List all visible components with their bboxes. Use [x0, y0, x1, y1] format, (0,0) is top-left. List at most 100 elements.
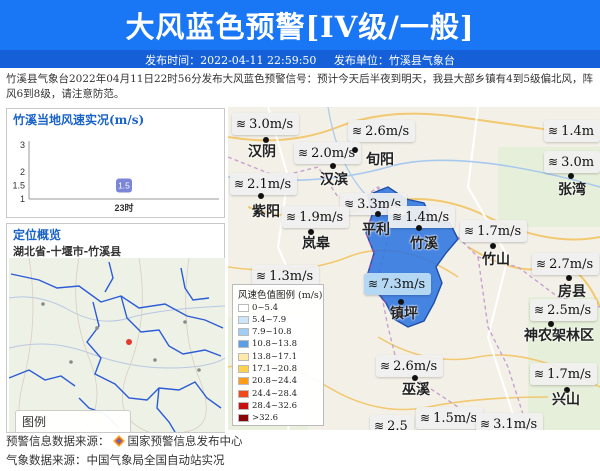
wind-label[interactable]: ≋ 2.0m/s: [294, 142, 362, 164]
publish-unit: 发布单位：竹溪县气象台: [333, 54, 455, 67]
wind-legend-item: 20.8~24.4: [238, 376, 297, 387]
wind-label[interactable]: ≋ 2.7m/s: [532, 253, 600, 275]
wind-legend-label: 7.9~10.8: [252, 327, 292, 338]
overview-map-legend: 图例 国界 省界: [15, 410, 131, 432]
wind-legend-label: 24.4~28.4: [252, 388, 297, 399]
location-panel-title: 定位概览: [13, 228, 62, 242]
wind-legend-label: 28.4~32.6: [252, 400, 297, 411]
wind-icon: ≋: [380, 359, 391, 373]
wind-legend-title: 风速色值图例 (m/s): [238, 290, 323, 301]
location-panel: 定位概览 湖北省-十堰市-竹溪县 图例: [6, 223, 225, 433]
place-name: 旬阳: [366, 152, 394, 168]
wind-legend-swatch: [238, 340, 249, 349]
wind-legend-swatch: [238, 401, 249, 410]
place-name: 镇坪: [390, 306, 418, 322]
wind-legend-label: 5.4~7.9: [252, 314, 287, 325]
wind-icon: ≋: [464, 224, 475, 238]
overview-map-svg: [9, 258, 225, 432]
warning-title: 大风蓝色预警[IV级/一般]: [125, 10, 475, 44]
wind-icon: ≋: [536, 257, 547, 271]
place-name: 巫溪: [402, 382, 430, 398]
wind-label[interactable]: ≋ 1.7m/s: [460, 220, 528, 242]
place-name: 平利: [362, 222, 390, 238]
town-marker: [375, 211, 381, 217]
wind-label[interactable]: ≋ 3.0m: [544, 151, 600, 173]
wind-label[interactable]: ≋ 2.6m/s: [348, 120, 416, 142]
wind-chart: 1 1.5 2 3 23时 1.5: [7, 109, 227, 217]
x-tick-label: 23时: [114, 202, 133, 213]
wind-data-label: 1.5: [118, 181, 130, 191]
wind-label[interactable]: ≋ 1.4m: [544, 120, 600, 142]
wind-legend-label: 17.1~20.8: [252, 364, 297, 374]
place-name: 紫阳: [252, 204, 280, 220]
wind-legend-item: 28.4~32.6: [238, 400, 297, 411]
wind-legend-label: 10.8~13.8: [252, 339, 297, 350]
place-name: 竹山: [482, 252, 510, 268]
y-tick-label: 1.5: [12, 181, 25, 191]
wind-legend-label: 20.8~24.4: [252, 376, 297, 387]
y-tick-label: 1: [20, 194, 25, 204]
town-marker: [258, 193, 264, 199]
y-tick-label: 2: [20, 167, 25, 177]
wind-icon: ≋: [352, 124, 363, 138]
warning-source-name[interactable]: 国家预警信息发布中心: [128, 434, 243, 448]
wind-legend-swatch: [238, 315, 249, 324]
wind-legend-swatch: [238, 414, 249, 423]
wind-icon: ≋: [534, 303, 545, 317]
place-name: 兴山: [552, 392, 580, 408]
wind-legend-item: 10.8~13.8: [238, 339, 297, 350]
legend-title: 图例: [22, 415, 47, 429]
wind-legend-label: 13.8~17.1: [252, 351, 297, 362]
wind-icon: ≋: [368, 277, 379, 291]
town-marker: [416, 225, 422, 231]
warning-description: 竹溪县气象台2022年04月11日22时56分发布大风蓝色预警信号：预计今天后半…: [6, 73, 594, 100]
wind-label[interactable]: ≋ 3.0m/s: [232, 113, 300, 135]
place-name: 张湾: [558, 182, 586, 198]
wind-label[interactable]: ≋ 2.5: [370, 415, 414, 430]
wind-legend-swatch: [238, 377, 249, 386]
wind-icon: ≋: [298, 146, 309, 160]
wind-label[interactable]: ≋ 1.9m/s: [282, 206, 350, 228]
place-name: 汉阴: [248, 144, 276, 160]
warning-header: 大风蓝色预警[IV级/一般] 发布时间：2022-04-11 22:59:50 …: [0, 0, 600, 68]
publish-time: 发布时间：2022-04-11 22:59:50: [145, 54, 317, 67]
wind-legend-swatch: [238, 365, 249, 373]
wind-icon: ≋: [286, 210, 297, 224]
wind-legend-swatch: [238, 328, 249, 337]
wind-icon: ≋: [420, 411, 431, 425]
wind-label[interactable]: ≋ 3.1m/s: [476, 413, 544, 430]
wind-icon: ≋: [534, 367, 545, 381]
legend-item-province-border: 省界: [78, 431, 120, 432]
place-name: 竹溪: [410, 236, 438, 252]
wind-label-highlighted[interactable]: ≋ 7.3m/s: [364, 273, 432, 295]
legend-label: 国界: [40, 431, 64, 432]
wind-label[interactable]: ≋ 1.4m/s: [388, 206, 456, 228]
weather-source-line: 气象数据来源：中国气象局全国自动站实况: [6, 453, 225, 467]
wind-legend-swatch: [238, 303, 249, 312]
wind-icon: ≋: [236, 117, 247, 131]
wind-legend-item: 0~5.4: [238, 302, 278, 313]
wind-speed-panel: 竹溪当地风速实况(m/s) 1 1.5 2 3 23时 1.5: [6, 108, 225, 218]
wind-legend-item: >32.6: [238, 413, 278, 424]
wind-label[interactable]: ≋ 1.5m/s: [416, 407, 484, 429]
warning-source-line: 预警信息数据来源： 国家预警信息发布中心: [6, 433, 243, 449]
legend-label: 省界: [96, 431, 120, 432]
wind-legend-item: 5.4~7.9: [238, 314, 286, 325]
wind-label[interactable]: ≋ 2.6m/s: [376, 355, 444, 377]
y-tick-label: 3: [20, 140, 25, 150]
wind-label[interactable]: ≋ 2.5m/s: [530, 299, 598, 321]
overview-map[interactable]: 图例 国界 省界: [9, 258, 225, 432]
location-name: 湖北省-十堰市-竹溪县: [13, 245, 122, 258]
wind-legend-item: 17.1~20.8: [238, 364, 297, 375]
wind-legend-swatch: [238, 389, 249, 398]
wind-label[interactable]: ≋ 1.7m/s: [530, 363, 598, 385]
wind-label[interactable]: ≋ 2.1m/s: [230, 173, 298, 195]
wind-icon: ≋: [392, 210, 403, 224]
place-name: 岚皋: [302, 236, 330, 252]
wind-map[interactable]: ≋ 3.0m/s ≋ 2.6m/s ≋ 1.4m ≋ 2.0m/s ≋ 3.0m ≋ 2.1…: [228, 107, 600, 430]
wind-legend-item: 13.8~17.1: [238, 351, 297, 362]
header-info: 发布时间：2022-04-11 22:59:50 发布单位：竹溪县气象台: [0, 52, 600, 68]
wind-legend-item: 7.9~10.8: [238, 327, 292, 338]
wind-icon: ≋: [480, 417, 491, 430]
wind-icon: ≋: [256, 269, 267, 283]
